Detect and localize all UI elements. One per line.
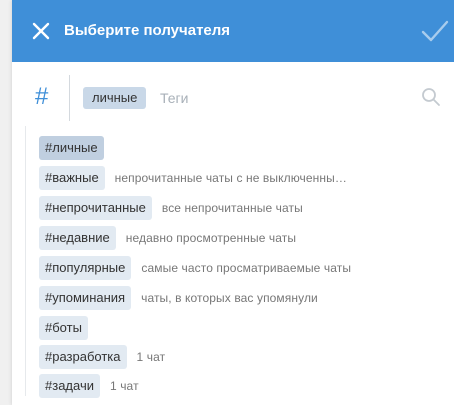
list-item[interactable]: #разработка 1 чат bbox=[26, 345, 165, 369]
tag-chip: #недавние bbox=[39, 226, 116, 250]
tag-description: 1 чат bbox=[110, 379, 139, 393]
checkmark-icon[interactable] bbox=[420, 18, 450, 44]
list-item[interactable]: #упоминания чаты, в которых вас упомянул… bbox=[26, 286, 318, 310]
dialog-bottom-edge bbox=[12, 401, 454, 405]
tag-chip: #боты bbox=[39, 316, 88, 340]
search-icon[interactable] bbox=[420, 86, 442, 108]
tag-chip: #важные bbox=[39, 166, 105, 190]
list-item[interactable]: #непрочитанные все непрочитанные чаты bbox=[26, 196, 303, 220]
list-item[interactable]: #боты bbox=[26, 316, 98, 340]
tag-chip: #разработка bbox=[39, 345, 127, 369]
tag-suggestion-list: #личные #важные непрочитанные чаты с не … bbox=[25, 126, 445, 398]
tag-description: недавно просмотренные чаты bbox=[125, 231, 297, 245]
list-item[interactable]: #популярные самые часто просматриваемые … bbox=[26, 256, 351, 280]
dialog-title: Выберите получателя bbox=[64, 22, 231, 39]
list-item[interactable]: #важные непрочитанные чаты с не выключен… bbox=[26, 166, 347, 190]
tag-description: 1 чат bbox=[136, 350, 166, 364]
tag-chip: #непрочитанные bbox=[39, 196, 152, 220]
list-item[interactable]: #задачи 1 чат bbox=[26, 374, 139, 398]
tag-description: все непрочитанные чаты bbox=[161, 201, 303, 215]
list-item[interactable]: #личные bbox=[26, 136, 114, 160]
hash-symbol: # bbox=[35, 83, 49, 110]
tag-description: самые часто просматриваемые чаты bbox=[141, 261, 352, 275]
list-item[interactable]: #недавние недавно просмотренные чаты bbox=[26, 226, 296, 250]
tag-chip: #задачи bbox=[39, 374, 100, 398]
tag-description: непрочитанные чаты с не выключенны… bbox=[114, 171, 347, 185]
tag-description: чаты, в которых вас упомянули bbox=[141, 291, 318, 305]
selected-tag-chip[interactable]: личные bbox=[83, 87, 147, 109]
tag-chip: #упоминания bbox=[39, 286, 132, 310]
hash-prefix: # bbox=[22, 75, 70, 121]
close-icon[interactable] bbox=[30, 20, 52, 42]
tags-input[interactable] bbox=[160, 86, 400, 110]
tag-chip: #личные bbox=[39, 136, 104, 160]
tag-chip: #популярные bbox=[39, 256, 132, 280]
